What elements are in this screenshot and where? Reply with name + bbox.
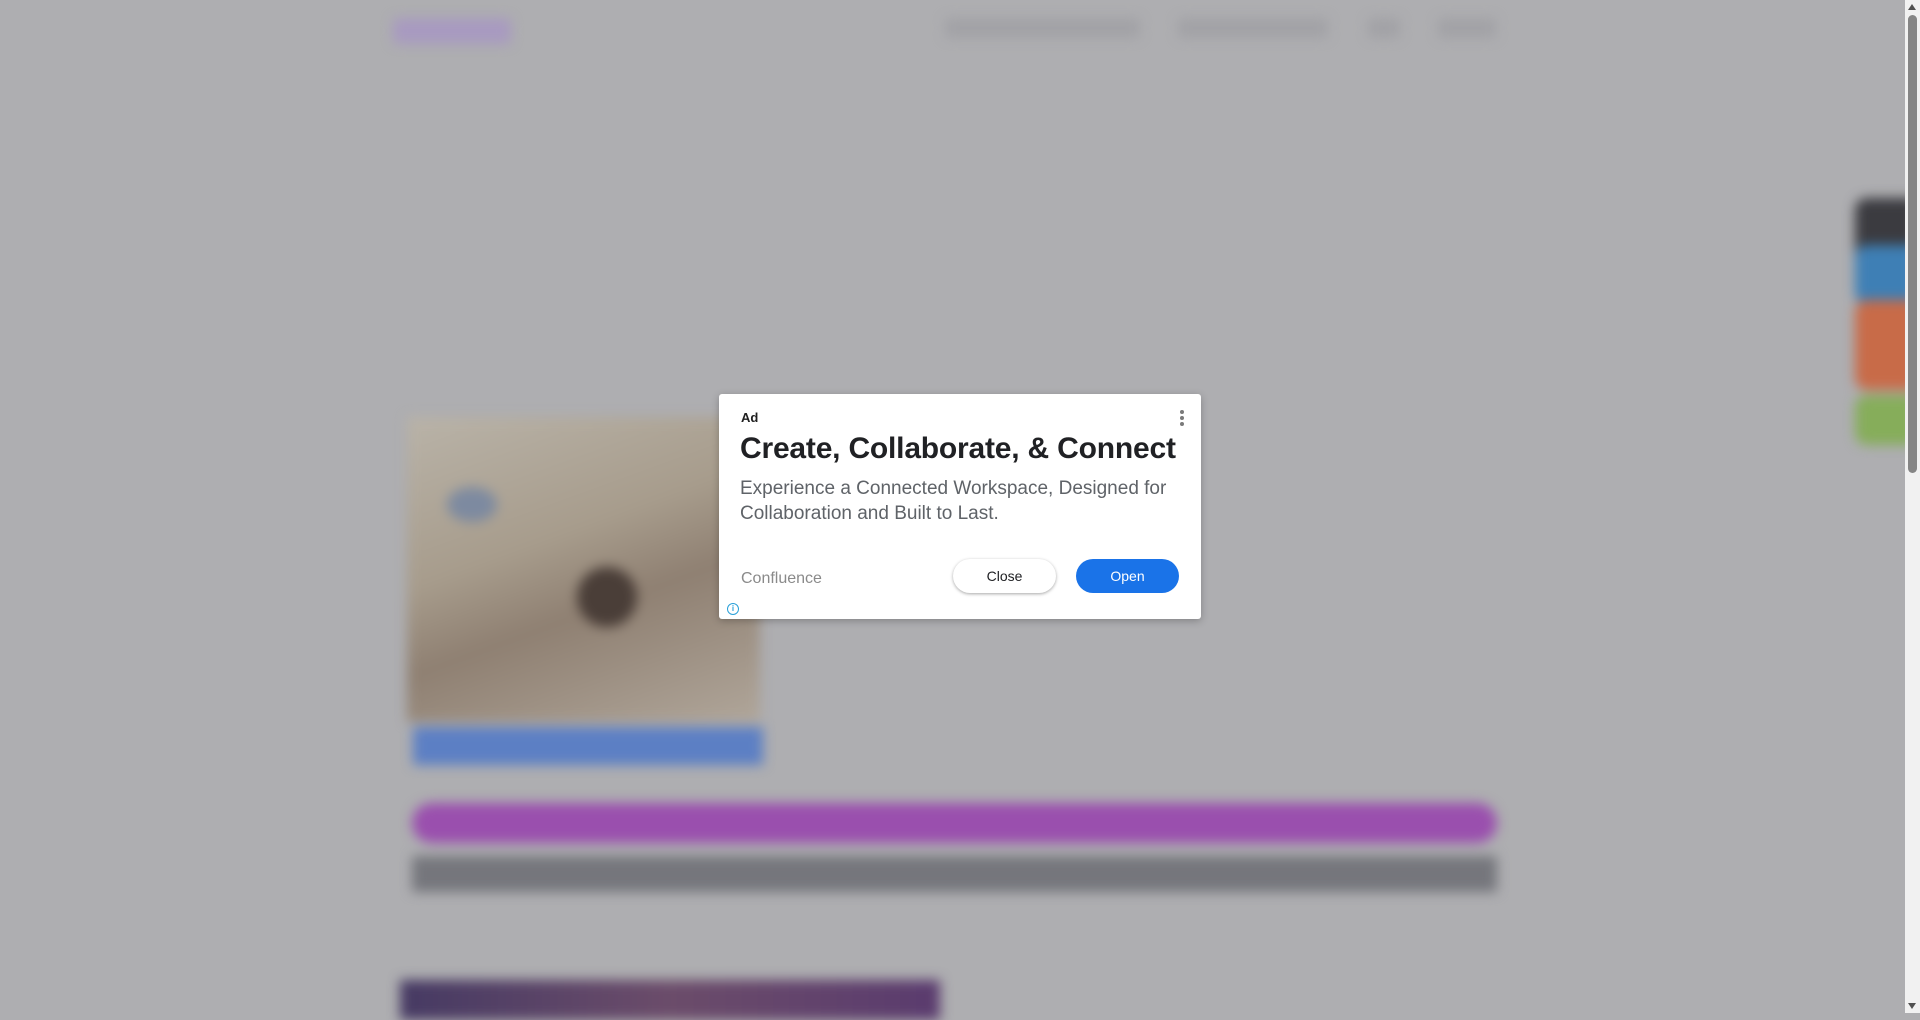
open-button[interactable]: Open — [1076, 559, 1179, 593]
more-vert-icon[interactable] — [1180, 410, 1184, 428]
info-icon[interactable]: i — [727, 603, 739, 615]
nav-item — [1438, 18, 1496, 38]
gray-banner — [412, 856, 1497, 892]
ad-advertiser-name: Confluence — [741, 570, 822, 587]
ad-label: Ad — [741, 410, 759, 425]
nav-item — [1368, 18, 1400, 38]
close-button[interactable]: Close — [953, 559, 1056, 593]
ad-dialog: Ad Create, Collaborate, & Connect Experi… — [719, 394, 1201, 619]
nav-item — [945, 18, 1140, 38]
scroll-down-arrow-icon[interactable] — [1908, 1003, 1916, 1009]
ad-headline: Create, Collaborate, & Connect — [740, 432, 1176, 465]
scrollbar-thumb[interactable] — [1908, 15, 1917, 473]
article-image — [407, 417, 760, 722]
site-logo — [393, 18, 511, 44]
scroll-up-arrow-icon[interactable] — [1908, 4, 1916, 10]
nav-item — [1178, 18, 1328, 38]
bottom-image — [400, 980, 940, 1020]
purple-banner — [412, 803, 1497, 843]
image-caption-bar — [413, 727, 763, 765]
vertical-scrollbar[interactable] — [1905, 0, 1920, 1013]
ad-body-text: Experience a Connected Workspace, Design… — [740, 478, 1167, 524]
